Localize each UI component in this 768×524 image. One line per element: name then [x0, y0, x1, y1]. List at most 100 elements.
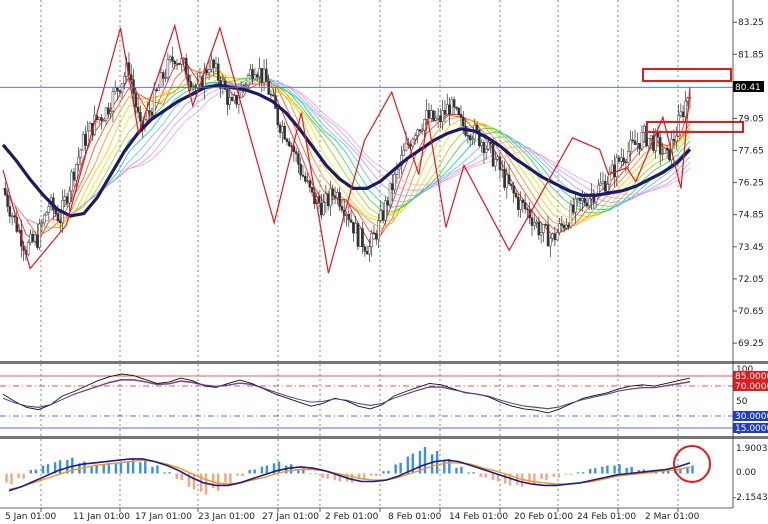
macd-hist-bar	[460, 466, 463, 474]
macd-hist-bar	[217, 473, 220, 491]
candle-body	[310, 187, 314, 193]
candle-body	[482, 142, 486, 154]
candle-body	[269, 93, 273, 96]
x-tick-label: 14 Feb 01:00	[449, 512, 508, 522]
candle-body	[567, 224, 570, 228]
candle-body	[553, 233, 557, 241]
candle-body	[555, 232, 559, 241]
candle-body	[446, 104, 449, 115]
price-tick-label: 74.85	[738, 211, 764, 221]
x-tick-label: 11 Jan 01:00	[73, 512, 130, 522]
candle-body	[571, 204, 575, 213]
macd-hist-bar	[503, 473, 507, 484]
macd-hist-bar	[455, 467, 458, 474]
candle-body	[622, 157, 625, 163]
candle-body	[393, 174, 396, 191]
candle-body	[581, 198, 584, 202]
macd-tick-zero: 0.00	[736, 468, 756, 478]
candle-body	[81, 134, 85, 151]
level-30-label: 30.0000	[735, 412, 768, 422]
candle-body	[10, 215, 14, 218]
macd-hist-bar	[557, 473, 560, 478]
candle-body	[113, 87, 117, 93]
macd-hist-bar	[229, 473, 232, 485]
macd-hist-bar	[41, 465, 45, 474]
candle-body	[97, 117, 101, 120]
candle-body	[672, 139, 676, 142]
candle-body	[159, 72, 163, 88]
candle-body	[457, 107, 460, 115]
candle-body	[514, 192, 518, 198]
candle-body	[494, 158, 497, 167]
candle-body	[29, 234, 32, 243]
candle-body	[601, 180, 605, 184]
candle-body	[155, 89, 158, 92]
candle-body	[436, 115, 440, 119]
candle-body	[54, 209, 57, 214]
macd-hist-bar	[253, 469, 256, 474]
candle-body	[491, 143, 495, 167]
x-tick-label: 27 Jan 01:00	[262, 512, 319, 522]
candle-body	[498, 156, 502, 171]
candle-body	[8, 206, 12, 217]
candle-body	[578, 197, 582, 202]
macd-hist-bar	[29, 470, 33, 474]
candle-body	[210, 59, 213, 70]
candle-body	[150, 111, 154, 116]
macd-hist-bar	[151, 466, 154, 474]
candle-body	[649, 135, 653, 139]
macd-hist-bar	[564, 473, 568, 475]
candle-body	[166, 59, 170, 78]
macd-hist-bar	[370, 473, 373, 476]
candle-body	[471, 138, 474, 141]
candle-body	[271, 94, 275, 97]
macd-hist-bar	[236, 473, 239, 476]
candle-body	[331, 188, 335, 196]
candle-body	[388, 183, 392, 206]
candle-body	[466, 135, 470, 137]
price-tick-label: 77.65	[738, 147, 764, 157]
candle-body	[157, 87, 160, 91]
candle-body	[675, 135, 678, 142]
candle-body	[615, 157, 618, 178]
candle-body	[358, 228, 362, 247]
macd-hist-bar	[58, 460, 62, 474]
macd-hist-bar	[375, 473, 378, 477]
macd-tick-bottom: -2.1543	[733, 493, 768, 503]
candle-body	[40, 222, 44, 225]
candle-body	[416, 129, 419, 136]
candle-body	[526, 208, 529, 211]
macd-hist-bar	[569, 473, 573, 475]
candle-body	[301, 174, 305, 177]
candle-body	[562, 224, 566, 229]
macd-hist-bar	[241, 473, 244, 477]
macd-hist-bar	[34, 469, 38, 474]
candle-body	[164, 77, 167, 79]
candle-body	[65, 196, 69, 204]
candle-body	[489, 141, 493, 145]
candle-body	[468, 135, 472, 141]
candle-body	[539, 232, 543, 236]
candle-body	[299, 164, 302, 176]
candle-body	[631, 139, 634, 142]
macd-hist-bar	[102, 464, 105, 474]
candle-body	[459, 114, 463, 118]
candle-body	[283, 126, 286, 140]
candle-body	[4, 188, 7, 196]
candle-body	[558, 223, 561, 233]
candle-body	[75, 164, 78, 181]
candle-body	[134, 93, 138, 108]
candle-body	[205, 69, 209, 74]
candle-body	[638, 143, 641, 150]
candle-body	[370, 232, 373, 247]
macd-hist-bar	[625, 467, 628, 474]
macd-hist-bar	[46, 464, 50, 474]
candle-body	[253, 74, 257, 80]
macd-hist-bar	[467, 472, 470, 474]
candle-body	[507, 174, 511, 185]
price-tick-label: 79.05	[738, 114, 764, 124]
candle-body	[626, 150, 630, 163]
macd-hist-bar	[540, 473, 543, 480]
x-tick-label: 5 Jan 01:00	[5, 512, 57, 522]
candle-body	[249, 69, 252, 76]
